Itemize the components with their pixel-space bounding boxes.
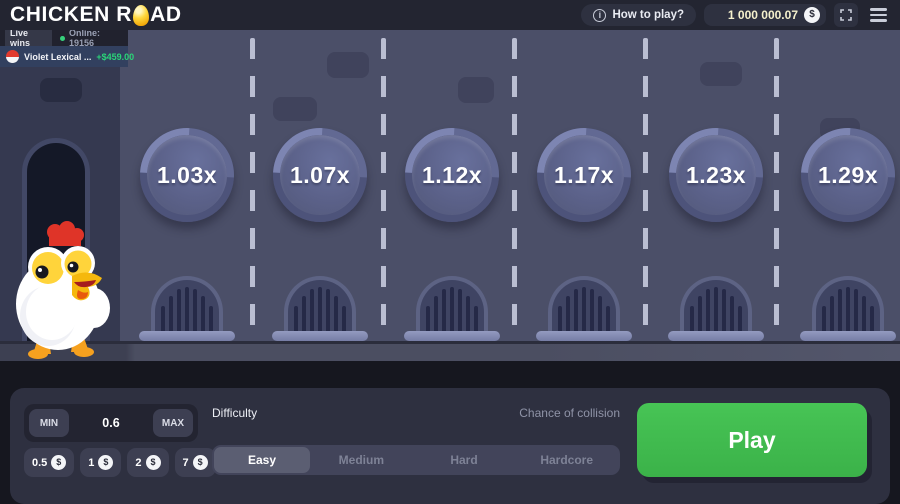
online-dot-icon: [60, 35, 65, 41]
grate-dome: [284, 276, 356, 332]
bet-amount-control: MIN 0.6 MAX: [24, 404, 198, 442]
grate-sill: [139, 331, 235, 341]
bet-value: 0.6: [102, 416, 120, 430]
how-to-play-label: How to play?: [612, 9, 684, 21]
chicken-character: [16, 221, 110, 359]
sewer-grate: [800, 276, 896, 341]
grate-dome: [680, 276, 752, 332]
curb: [0, 341, 900, 361]
multiplier-disc-3: 1.12x: [405, 128, 499, 222]
multiplier-disc-4: 1.17x: [537, 128, 631, 222]
dollar-coin-icon: $: [98, 455, 114, 470]
difficulty-medium-tab[interactable]: Medium: [310, 447, 413, 473]
bet-max-button[interactable]: MAX: [153, 409, 193, 437]
chip-0.5-button[interactable]: 0.5 $: [24, 448, 75, 477]
lane-divider: [250, 38, 255, 338]
lane-divider: [512, 38, 517, 338]
chip-value: 7: [182, 456, 189, 469]
balance-value: 1 000 000.07: [727, 8, 798, 22]
multiplier-value: 1.03x: [156, 161, 218, 188]
player-name: Violet Lexical ...: [24, 51, 92, 62]
difficulty-label: Difficulty: [212, 406, 258, 420]
grate-sill: [536, 331, 632, 341]
player-avatar: [6, 50, 19, 63]
logo-text-right: AD: [150, 3, 182, 26]
difficulty-selector: Easy Medium Hard Hardcore: [212, 445, 620, 475]
asphalt-patch: [273, 97, 317, 121]
multiplier-value: 1.07x: [289, 161, 351, 188]
grate-dome: [548, 276, 620, 332]
difficulty-hard-tab[interactable]: Hard: [413, 447, 516, 473]
sewer-grate: [272, 276, 368, 341]
lane-divider: [643, 38, 648, 338]
multiplier-value: 1.12x: [421, 161, 483, 188]
grate-dome: [151, 276, 223, 332]
asphalt-patch: [327, 52, 369, 78]
asphalt-patch: [700, 62, 742, 86]
online-count: Online: 19156: [68, 28, 100, 48]
difficulty-easy-tab[interactable]: Easy: [214, 447, 310, 473]
logo-text-left: CHICKEN R: [10, 3, 133, 26]
sewer-grate: [139, 276, 235, 341]
play-button[interactable]: Play: [637, 403, 867, 477]
lane-divider: [381, 38, 386, 338]
multiplier-disc-6: 1.29x: [801, 128, 895, 222]
hamburger-icon: [869, 8, 887, 22]
bet-min-button[interactable]: MIN: [29, 409, 69, 437]
sewer-grate: [404, 276, 500, 341]
grate-dome: [416, 276, 488, 332]
chance-of-collision-label: Chance of collision: [519, 406, 620, 420]
balance-display[interactable]: 1 000 000.07 $: [704, 4, 826, 26]
chip-value: 2: [135, 456, 142, 469]
grate-dome: [812, 276, 884, 332]
multiplier-disc-1: 1.03x: [140, 128, 234, 222]
dollar-coin-icon: $: [804, 7, 820, 23]
multiplier-disc-5: 1.23x: [669, 128, 763, 222]
chip-2-button[interactable]: 2 $: [127, 448, 169, 477]
live-win-entry: Violet Lexical ... +$459.00: [0, 46, 134, 67]
multiplier-value: 1.23x: [685, 161, 747, 188]
fullscreen-icon: [840, 9, 852, 21]
chip-7-button[interactable]: 7 $: [174, 448, 216, 477]
dollar-coin-icon: $: [145, 455, 161, 470]
difficulty-hardcore-tab[interactable]: Hardcore: [515, 447, 618, 473]
app-logo: CHICKEN R AD: [10, 3, 182, 27]
top-bar: CHICKEN R AD i How to play? 1 000 000.07 …: [0, 0, 900, 30]
info-icon: i: [593, 8, 607, 22]
lane-divider: [774, 38, 779, 338]
menu-button[interactable]: [866, 3, 890, 27]
multiplier-value: 1.29x: [817, 161, 879, 188]
grate-sill: [800, 331, 896, 341]
multiplier-disc-2: 1.07x: [273, 128, 367, 222]
asphalt-patch: [40, 78, 82, 102]
win-amount: +$459.00: [96, 51, 135, 62]
grate-sill: [668, 331, 764, 341]
grate-sill: [404, 331, 500, 341]
sewer-grate: [668, 276, 764, 341]
fullscreen-button[interactable]: [834, 3, 858, 27]
chip-value: 1: [88, 456, 95, 469]
dollar-coin-icon: $: [192, 455, 208, 470]
road: [120, 30, 900, 341]
how-to-play-button[interactable]: i How to play?: [581, 4, 696, 26]
top-bar-actions: i How to play? 1 000 000.07 $: [581, 3, 890, 27]
control-panel: MIN 0.6 MAX 0.5 $ 1 $ 2 $ 7 $ Difficulty Cha…: [10, 388, 890, 504]
asphalt-patch: [458, 77, 494, 103]
sewer-grate: [536, 276, 632, 341]
grate-sill: [272, 331, 368, 341]
multiplier-value: 1.17x: [553, 161, 615, 188]
quick-bet-chips: 0.5 $ 1 $ 2 $ 7 $: [24, 448, 216, 477]
live-feed-header: Live wins Online: 19156: [0, 26, 128, 50]
chip-value: 0.5: [32, 456, 48, 469]
egg-icon: [133, 4, 150, 26]
chip-1-button[interactable]: 1 $: [80, 448, 122, 477]
dollar-coin-icon: $: [51, 455, 67, 470]
